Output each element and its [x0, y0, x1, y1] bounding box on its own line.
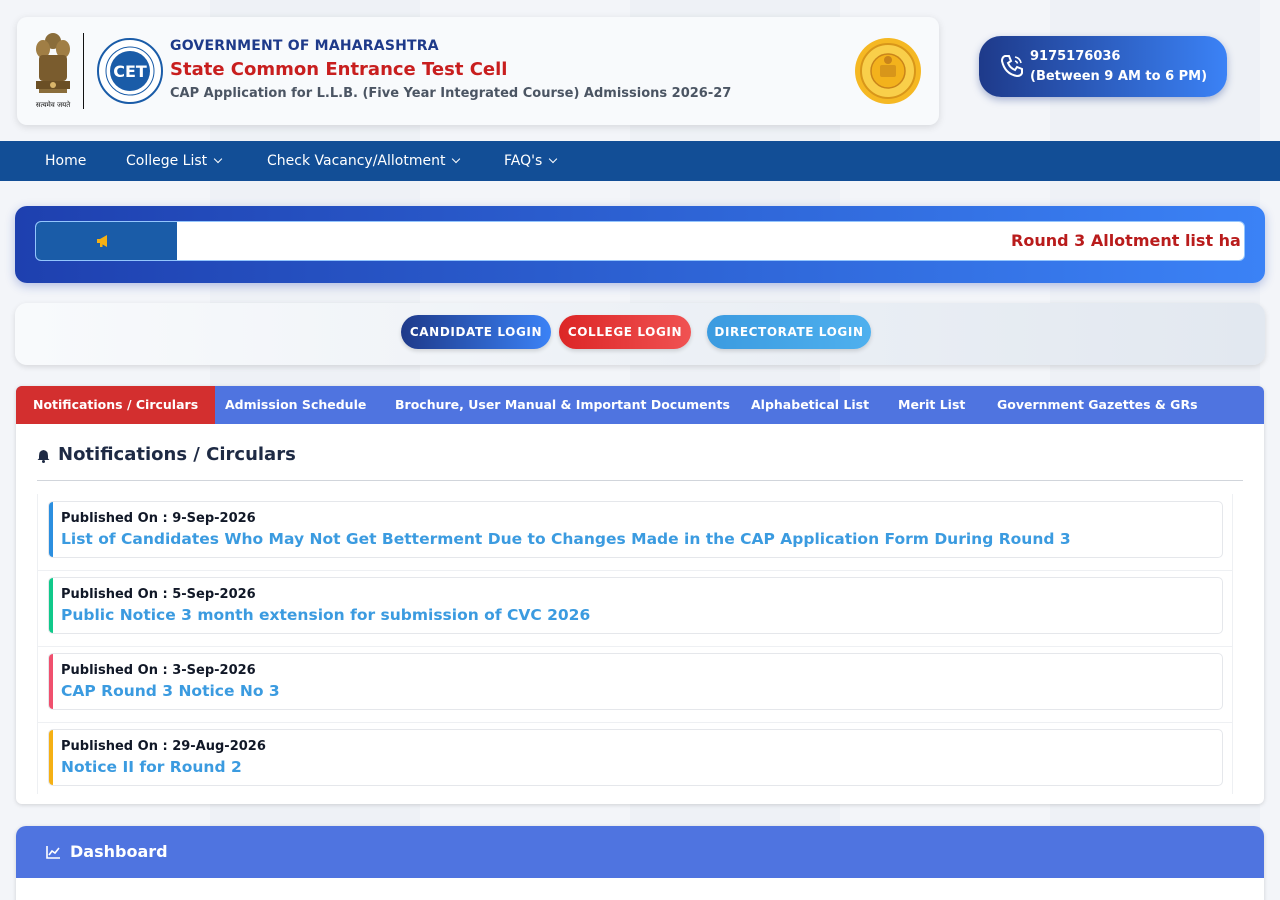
chevron-down-icon: [549, 154, 558, 164]
tab-merit-list[interactable]: Merit List: [881, 386, 982, 424]
notification-link[interactable]: CAP Round 3 Notice No 3: [61, 682, 280, 700]
dashboard-title: Dashboard: [70, 842, 168, 861]
notification-accent: [49, 502, 53, 557]
phone-icon: [1000, 55, 1023, 78]
main-navbar: Home College List Check Vacancy/Allotmen…: [0, 141, 1280, 181]
dashboard-card: Dashboard: [16, 826, 1264, 900]
notification-date: Published On : 5-Sep-2026: [61, 587, 256, 602]
helpline-hours: (Between 9 AM to 6 PM): [1030, 69, 1208, 84]
tab-bar: Notifications / Circulars Admission Sche…: [16, 386, 1264, 424]
nav-faqs-label: FAQ's: [504, 153, 543, 169]
nav-home[interactable]: Home: [45, 141, 86, 181]
tab-government-gazettes[interactable]: Government Gazettes & GRs: [980, 386, 1215, 424]
login-bar: CANDIDATE LOGIN COLLEGE LOGIN DIRECTORAT…: [15, 303, 1265, 365]
notification-item: Published On : 9-Sep-2026 List of Candid…: [48, 501, 1223, 558]
notification-accent: [49, 654, 53, 709]
notification-divider: [38, 646, 1232, 647]
nav-vacancy-label: Check Vacancy/Allotment: [267, 153, 446, 169]
notification-date: Published On : 9-Sep-2026: [61, 511, 256, 526]
bell-icon: [37, 450, 50, 463]
notification-item: Published On : 3-Sep-2026 CAP Round 3 No…: [48, 653, 1223, 710]
nav-home-label: Home: [45, 153, 87, 169]
notification-divider: [38, 722, 1232, 723]
ticker-message[interactable]: Round 3 Allotment list ha: [1011, 231, 1241, 250]
notification-date: Published On : 3-Sep-2026: [61, 663, 256, 678]
cet-logo-text: CET: [113, 62, 147, 81]
notification-date: Published On : 29-Aug-2026: [61, 739, 266, 754]
notification-link[interactable]: List of Candidates Who May Not Get Bette…: [61, 530, 1071, 548]
tab-brochure[interactable]: Brochure, User Manual & Important Docume…: [378, 386, 747, 424]
helpline-number: 9175176036: [1030, 49, 1121, 64]
nav-college-list[interactable]: College List: [126, 141, 223, 181]
directorate-login-button[interactable]: DIRECTORATE LOGIN: [707, 315, 871, 349]
tab-admission-schedule[interactable]: Admission Schedule: [208, 386, 383, 424]
megaphone-icon: [97, 235, 107, 247]
notification-item: Published On : 5-Sep-2026 Public Notice …: [48, 577, 1223, 634]
tab-notifications[interactable]: Notifications / Circulars: [16, 386, 216, 424]
tabs-panel: Notifications / Circulars Admission Sche…: [16, 386, 1264, 804]
news-ticker-banner: Round 3 Allotment list ha: [15, 206, 1265, 283]
title-divider: [37, 480, 1243, 481]
header-cell-name: State Common Entrance Test Cell: [170, 59, 508, 80]
cet-logo-icon: CET: [97, 38, 163, 104]
news-ticker: Round 3 Allotment list ha: [35, 221, 1245, 261]
nav-faqs[interactable]: FAQ's: [504, 141, 558, 181]
ticker-label: [36, 222, 177, 260]
notification-accent: [49, 730, 53, 785]
emblem-caption: सत्यमेव जयते: [36, 100, 71, 109]
national-emblem-icon: सत्यमेव जयते: [36, 33, 71, 109]
maharashtra-seal-icon: [855, 38, 921, 104]
header-government: GOVERNMENT OF MAHARASHTRA: [170, 38, 439, 54]
header-card: सत्यमेव जयते CET GOVERNMENT OF MAHARASHT…: [17, 17, 939, 125]
notification-accent: [49, 578, 53, 633]
header-divider: [83, 33, 84, 109]
nav-check-vacancy[interactable]: Check Vacancy/Allotment: [267, 141, 461, 181]
section-title: Notifications / Circulars: [58, 444, 296, 465]
dashboard-header: Dashboard: [16, 826, 1264, 878]
chevron-down-icon: [452, 154, 461, 164]
header-subtitle: CAP Application for L.L.B. (Five Year In…: [170, 86, 732, 101]
notification-list[interactable]: Published On : 9-Sep-2026 List of Candid…: [37, 494, 1233, 794]
notification-link[interactable]: Public Notice 3 month extension for subm…: [61, 606, 590, 624]
helpline-pill[interactable]: 9175176036 (Between 9 AM to 6 PM): [979, 36, 1227, 97]
chevron-down-icon: [213, 154, 223, 164]
notification-link[interactable]: Notice II for Round 2: [61, 758, 242, 776]
nav-college-list-label: College List: [126, 153, 208, 169]
tab-alphabetical-list[interactable]: Alphabetical List: [734, 386, 886, 424]
chart-line-icon: [46, 846, 60, 859]
candidate-login-button[interactable]: CANDIDATE LOGIN: [401, 315, 551, 349]
notification-divider: [38, 570, 1232, 571]
college-login-button[interactable]: COLLEGE LOGIN: [559, 315, 691, 349]
notification-item: Published On : 29-Aug-2026 Notice II for…: [48, 729, 1223, 786]
